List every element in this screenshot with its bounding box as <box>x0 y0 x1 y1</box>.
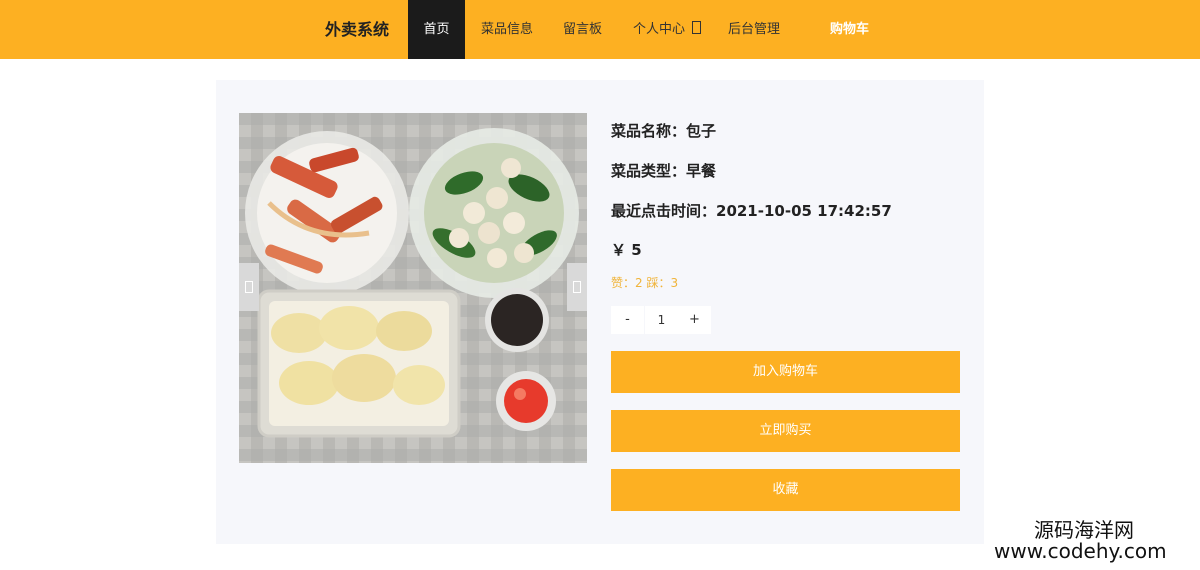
top-nav-bar: 外卖系统 首页 菜品信息 留言板 个人中心 后台管理 购物车 <box>0 0 1200 59</box>
food-photo-illustration <box>239 113 587 463</box>
nav-admin[interactable]: 后台管理 <box>728 0 780 59</box>
buy-now-button[interactable]: 立即购买 <box>611 410 960 452</box>
site-brand[interactable]: 外卖系统 <box>325 0 389 59</box>
watermark-url: www.codehy.com <box>994 539 1167 563</box>
votes-text[interactable]: 赞：2 踩：3 <box>611 274 678 291</box>
product-type: 菜品类型：早餐 <box>611 162 717 180</box>
prev-arrow-icon <box>245 281 253 293</box>
nav-personal-center[interactable]: 个人中心 <box>633 0 702 59</box>
quantity-decrease-button[interactable]: - <box>611 306 644 334</box>
nav-cart[interactable]: 购物车 <box>830 0 869 59</box>
product-price: ￥ 5 <box>611 241 642 259</box>
product-name: 菜品名称：包子 <box>611 122 717 140</box>
quantity-input[interactable] <box>645 306 678 334</box>
nav-dishes[interactable]: 菜品信息 <box>481 0 533 59</box>
dropdown-icon <box>692 21 702 34</box>
nav-messageboard[interactable]: 留言板 <box>563 0 602 59</box>
quantity-increase-button[interactable]: + <box>678 306 711 334</box>
carousel-prev-button[interactable] <box>239 263 259 311</box>
product-image <box>239 113 587 463</box>
next-arrow-icon <box>573 281 581 293</box>
product-last-click-time: 最近点击时间：2021-10-05 17:42:57 <box>611 202 892 220</box>
nav-personal-center-label: 个人中心 <box>633 22 686 37</box>
add-to-cart-button[interactable]: 加入购物车 <box>611 351 960 393</box>
carousel-next-button[interactable] <box>567 263 587 311</box>
nav-home[interactable]: 首页 <box>408 0 465 59</box>
favorite-button[interactable]: 收藏 <box>611 469 960 511</box>
